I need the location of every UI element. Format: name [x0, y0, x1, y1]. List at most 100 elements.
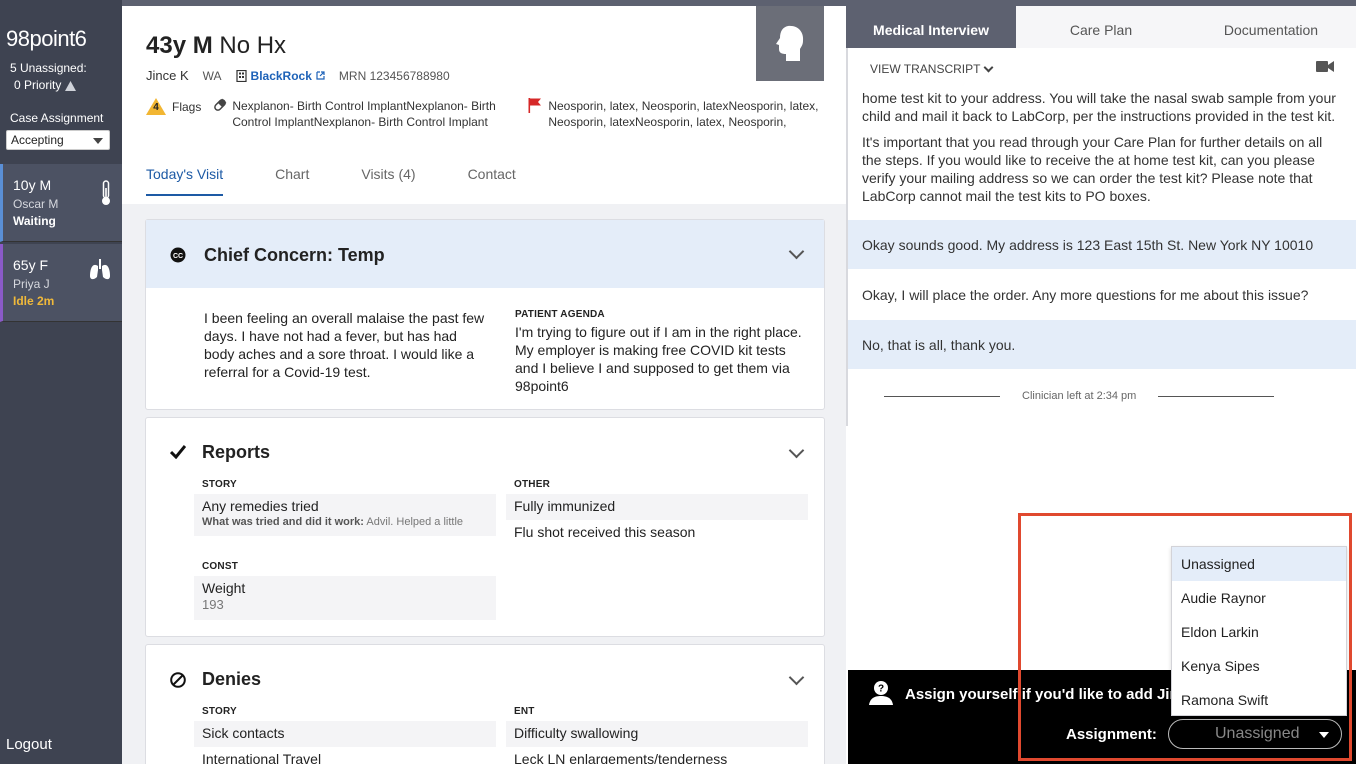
dropdown-option-unassigned[interactable]: Unassigned — [1172, 547, 1346, 581]
assignment-dropdown: Unassigned Audie Raynor Eldon Larkin Ken… — [1171, 546, 1347, 716]
transcript-message-patient: Okay sounds good. My address is 123 East… — [848, 220, 1356, 269]
assignment-label: Assignment: — [1066, 726, 1157, 743]
transcript-message: Okay, I will place the order. Any more q… — [862, 287, 1309, 303]
report-story-item: Any remedies tried What was tried and di… — [194, 494, 496, 536]
flags-label: Flags — [172, 99, 202, 114]
ent-label: ENT — [514, 706, 535, 717]
case-assignment-value: Accepting — [11, 133, 64, 147]
denies-title: Denies — [202, 669, 262, 689]
flags-indicator[interactable]: 4 Flags — [146, 98, 201, 115]
patient-flags-row: 4 Flags Nexplanon- Birth Control Implant… — [146, 98, 820, 130]
chevron-down-icon[interactable] — [788, 669, 805, 686]
tab-todays-visit[interactable]: Today's Visit — [146, 166, 224, 196]
report-other-item: Flu shot received this season — [514, 524, 696, 540]
divider-line — [1158, 395, 1275, 397]
chief-concern-card: CC Chief Concern: Temp I been feeling an… — [145, 219, 825, 410]
svg-text:CC: CC — [173, 253, 183, 260]
clinician-left-divider: Clinician left at 2:34 pm — [884, 390, 1286, 402]
sidebar: 98point6 5 Unassigned: 0 Priority Case A… — [0, 0, 122, 764]
other-label: OTHER — [514, 479, 550, 490]
chevron-down-icon — [93, 138, 103, 144]
const-item-value: 193 — [202, 597, 224, 612]
denies-story-item: International Travel — [202, 751, 322, 764]
denies-ent-item: Leck LN enlargements/tenderness — [514, 751, 728, 764]
tab-contact[interactable]: Contact — [468, 166, 516, 196]
employer-name[interactable]: BlackRock — [251, 69, 312, 83]
denies-ent-item: Difficulty swallowing — [506, 721, 808, 747]
dropdown-option[interactable]: Kenya Sipes — [1172, 649, 1346, 683]
story-label: STORY — [202, 479, 237, 490]
story-sub-value: Advil. Helped a little — [366, 516, 464, 528]
story-sub-label: What was tried and did it work: — [202, 516, 364, 528]
head-profile-icon — [776, 25, 804, 61]
user-question-icon: ? — [869, 681, 893, 705]
unassigned-count: 5 Unassigned: — [10, 61, 87, 75]
transcript-message: home test kit to your address. You will … — [862, 90, 1336, 124]
chevron-down-icon — [984, 62, 994, 72]
patient-pane: 43y M No Hx Jince K WA BlackRock MRN 123… — [122, 6, 846, 764]
visit-tabs: Today's Visit Chart Visits (4) Contact — [146, 166, 568, 196]
case-status: Waiting — [13, 214, 56, 228]
building-icon — [235, 69, 247, 82]
view-transcript-label: VIEW TRANSCRIPT — [870, 62, 981, 76]
pill-icon — [214, 98, 227, 111]
tab-care-plan[interactable]: Care Plan — [1016, 6, 1186, 48]
patient-header: 43y M No Hx Jince K WA BlackRock MRN 123… — [122, 6, 846, 204]
employer-link[interactable]: BlackRock — [235, 69, 325, 83]
patient-name: Jince K — [146, 68, 189, 83]
video-icon[interactable] — [1316, 60, 1334, 73]
warning-icon: 4 — [146, 98, 166, 115]
external-link-icon — [316, 71, 325, 80]
view-transcript-button[interactable]: VIEW TRANSCRIPT — [870, 62, 994, 76]
case-name: Oscar M — [13, 197, 59, 211]
tab-chart[interactable]: Chart — [275, 166, 309, 196]
assignment-select[interactable]: Unassigned — [1168, 719, 1342, 749]
tab-medical-interview[interactable]: Medical Interview — [846, 6, 1016, 48]
lungs-icon — [90, 259, 110, 280]
case-card-priya[interactable]: 65y F Priya J Idle 2m — [0, 244, 122, 322]
allergies-text: Neosporin, latex, Neosporin, latexNeospo… — [548, 99, 819, 129]
priority-count: 0 Priority — [14, 78, 62, 92]
case-assignment-select[interactable]: Accepting — [6, 130, 110, 150]
queue-summary[interactable]: 5 Unassigned: 0 Priority — [10, 60, 87, 94]
patient-title: 43y M No Hx — [146, 32, 286, 60]
patient-agenda-label: PATIENT AGENDA — [515, 309, 605, 320]
case-assignment-label: Case Assignment — [10, 111, 104, 125]
interview-tabs: Medical Interview Care Plan Documentatio… — [846, 6, 1356, 48]
svg-text:?: ? — [878, 684, 884, 695]
patient-mrn: MRN 123456788980 — [338, 68, 450, 83]
dropdown-option[interactable]: Ramona Swift — [1172, 683, 1346, 717]
report-other-item: Fully immunized — [506, 494, 808, 520]
case-card-oscar[interactable]: 10y M Oscar M Waiting — [0, 164, 122, 242]
const-label: CONST — [202, 561, 238, 572]
patient-state: WA — [202, 68, 222, 83]
clinician-left-text: Clinician left at 2:34 pm — [1022, 390, 1137, 402]
checkmark-icon — [170, 445, 186, 459]
chevron-down-icon — [1319, 732, 1329, 738]
story-item-text: Any remedies tried — [202, 498, 319, 514]
patient-meta: Jince K WA BlackRock MRN 123456788980 — [146, 68, 450, 83]
logout-button[interactable]: Logout — [6, 736, 52, 753]
tab-visits[interactable]: Visits (4) — [361, 166, 415, 196]
assign-prompt: Assign yourself if you'd like to add Jin… — [905, 686, 1205, 703]
chevron-down-icon[interactable] — [788, 442, 805, 459]
dropdown-option[interactable]: Eldon Larkin — [1172, 615, 1346, 649]
patient-history: No Hx — [219, 32, 287, 59]
cc-icon: CC — [170, 247, 186, 263]
story-label: STORY — [202, 706, 237, 717]
app-root: 98point6 5 Unassigned: 0 Priority Case A… — [0, 0, 1356, 764]
divider-line — [884, 395, 1000, 397]
const-item-text: Weight — [202, 580, 246, 596]
patient-age-sex: 43y M — [146, 32, 213, 59]
denies-card: Denies STORY Sick contacts International… — [145, 644, 825, 764]
chief-concern-title: Chief Concern: Temp — [204, 245, 385, 265]
reports-card: Reports STORY Any remedies tried What wa… — [145, 417, 825, 637]
patient-avatar — [756, 6, 824, 81]
thermometer-icon — [102, 180, 110, 205]
reports-title: Reports — [202, 442, 271, 462]
report-const-item: Weight 193 — [194, 576, 496, 620]
assignment-value: Unassigned — [1215, 725, 1300, 742]
patient-agenda-text: I'm trying to figure out if I am in the … — [515, 324, 802, 394]
dropdown-option[interactable]: Audie Raynor — [1172, 581, 1346, 615]
tab-documentation[interactable]: Documentation — [1186, 6, 1356, 48]
